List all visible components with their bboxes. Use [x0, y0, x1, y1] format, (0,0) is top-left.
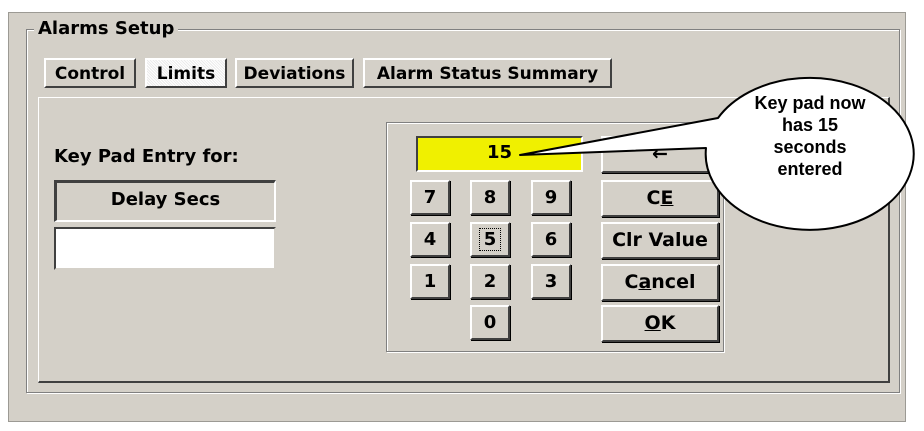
field-value-input[interactable]	[54, 227, 276, 270]
key-4[interactable]: 4	[410, 222, 450, 257]
backspace-button[interactable]: ←	[601, 136, 719, 173]
key-2[interactable]: 2	[470, 264, 510, 299]
tab-control[interactable]: Control	[44, 58, 136, 88]
key-3[interactable]: 3	[531, 264, 571, 299]
key-8[interactable]: 8	[470, 180, 510, 215]
key-6[interactable]: 6	[531, 222, 571, 257]
field-name-display: Delay Secs	[54, 180, 276, 222]
keypad-display: 15	[416, 136, 583, 172]
ok-button[interactable]: OK	[601, 305, 719, 342]
ce-button[interactable]: CE	[601, 180, 719, 217]
clr-value-button[interactable]: Clr Value	[601, 222, 719, 259]
key-5-label: 5	[478, 228, 502, 251]
key-1[interactable]: 1	[410, 264, 450, 299]
tab-alarm-status-summary[interactable]: Alarm Status Summary	[363, 58, 612, 88]
group-title: Alarms Setup	[34, 17, 179, 41]
key-9[interactable]: 9	[531, 180, 571, 215]
key-5[interactable]: 5	[470, 222, 510, 257]
key-7[interactable]: 7	[410, 180, 450, 215]
callout-text: Key pad now has 15 seconds entered	[754, 93, 866, 179]
keypad-entry-label: Key Pad Entry for:	[54, 146, 239, 167]
tab-deviations[interactable]: Deviations	[235, 58, 354, 88]
tab-limits[interactable]: Limits	[145, 58, 227, 88]
ce-label: CE	[646, 187, 674, 209]
key-0[interactable]: 0	[470, 305, 510, 340]
cancel-button[interactable]: Cancel	[601, 264, 719, 301]
